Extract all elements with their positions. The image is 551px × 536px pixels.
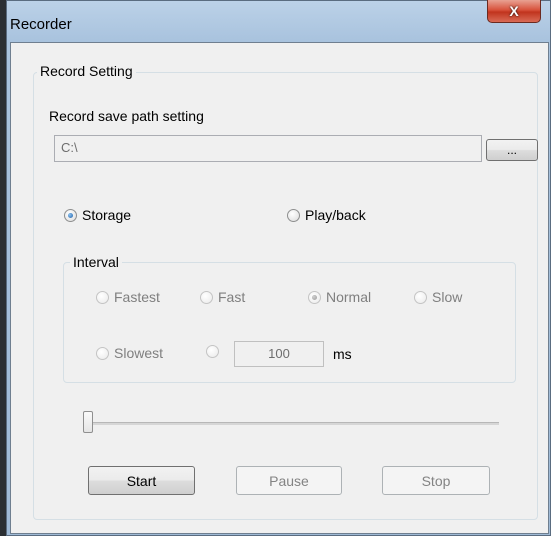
ms-unit-label: ms — [333, 346, 352, 362]
storage-label: Storage — [82, 207, 132, 223]
save-path-input[interactable]: C:\ — [54, 135, 482, 162]
client-area: Record Setting Record save path setting … — [10, 42, 549, 534]
window-title: Recorder — [10, 16, 72, 33]
path-label: Record save path setting — [49, 108, 204, 124]
interval-slowest-radio[interactable]: Slowest — [96, 345, 163, 361]
interval-fastest-radio[interactable]: Fastest — [96, 289, 160, 305]
close-button[interactable]: X — [487, 0, 541, 23]
fast-label: Fast — [218, 289, 246, 305]
progress-slider-thumb[interactable] — [83, 411, 93, 433]
fastest-label: Fastest — [114, 289, 160, 305]
slowest-label: Slowest — [114, 345, 164, 361]
interval-fast-radio[interactable]: Fast — [200, 289, 245, 305]
radio-unchecked-icon — [414, 290, 427, 304]
start-button[interactable]: Start — [88, 466, 195, 495]
playback-radio[interactable]: Play/back — [287, 207, 366, 223]
progress-slider-track[interactable] — [87, 422, 499, 425]
interval-normal-radio[interactable]: Normal — [308, 289, 371, 305]
record-setting-title: Record Setting — [37, 63, 136, 79]
playback-label: Play/back — [305, 207, 366, 223]
storage-radio[interactable]: Storage — [64, 207, 131, 223]
browse-button[interactable]: ... — [486, 139, 538, 161]
stop-button[interactable]: Stop — [382, 466, 490, 495]
radio-unchecked-icon — [96, 346, 109, 360]
slow-label: Slow — [432, 289, 463, 305]
radio-unchecked-icon — [200, 290, 213, 304]
close-icon: X — [509, 3, 519, 19]
radio-checked-icon — [308, 290, 321, 304]
custom-interval-input[interactable]: 100 — [234, 341, 324, 367]
pause-button[interactable]: Pause — [236, 466, 342, 495]
interval-custom-radio[interactable] — [206, 345, 219, 358]
radio-unchecked-icon — [287, 208, 300, 222]
interval-title: Interval — [70, 254, 122, 270]
radio-checked-icon — [64, 208, 77, 222]
normal-label: Normal — [326, 289, 372, 305]
radio-unchecked-icon — [96, 290, 109, 304]
title-bar[interactable]: Recorder X — [6, 0, 551, 42]
recorder-window: Recorder X Record Setting Record save pa… — [6, 0, 551, 536]
interval-slow-radio[interactable]: Slow — [414, 289, 462, 305]
radio-unchecked-icon — [206, 345, 219, 358]
